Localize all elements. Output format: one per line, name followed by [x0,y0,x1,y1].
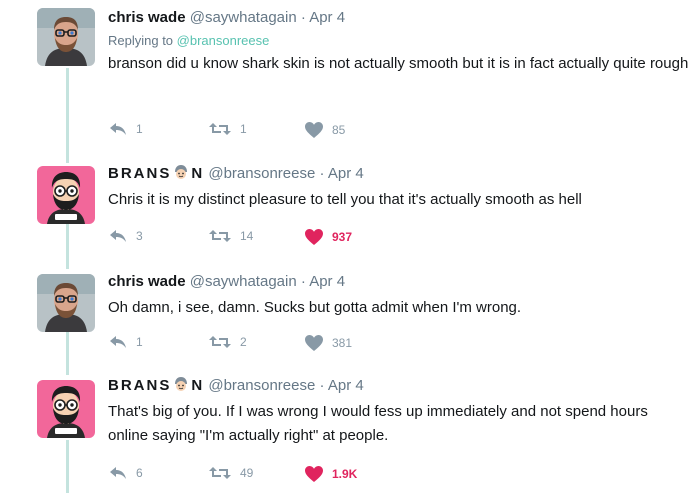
tweet: BRANS N @bransonreese · Apr 4 That's big … [0,374,700,493]
retweet-icon [208,465,232,481]
tweet-header: chris wade @saywhatagain · Apr 4 [108,8,690,28]
astronaut-emoji-icon [173,376,189,392]
reply-count: 6 [136,466,143,480]
reply-button[interactable]: 6 [108,465,143,481]
avatar[interactable] [37,274,95,332]
like-count: 85 [332,123,346,137]
reply-button[interactable]: 3 [108,228,143,244]
avatar[interactable] [37,380,95,438]
retweet-icon [208,121,232,137]
retweet-count: 14 [240,229,254,243]
reply-icon [108,121,128,137]
avatar[interactable] [37,166,95,224]
retweet-button[interactable]: 14 [208,228,253,244]
display-name-part[interactable]: N [191,165,204,182]
reply-count: 1 [136,122,143,136]
retweet-count: 1 [240,122,247,136]
separator: · [300,273,306,290]
tweet-date[interactable]: Apr 4 [309,273,345,290]
cartoon-bearded-man-avatar-icon [37,380,95,438]
reply-icon [108,334,128,350]
tweet-text: Oh damn, i see, damn. Sucks but gotta ad… [108,299,522,316]
separator: · [319,165,325,182]
retweet-count: 49 [240,466,254,480]
cartoon-bearded-man-avatar-icon [37,166,95,224]
display-name[interactable]: chris wade [108,273,186,290]
retweet-button[interactable]: 2 [208,334,247,350]
reply-button[interactable]: 1 [108,121,143,137]
like-count: 381 [332,336,353,350]
display-name[interactable]: chris wade [108,9,186,26]
heart-icon [304,334,324,352]
like-button[interactable]: 937 [304,228,352,246]
user-handle[interactable]: @saywhatagain [190,273,297,290]
tweet-date[interactable]: Apr 4 [328,377,364,394]
like-count: 937 [332,230,353,244]
like-button[interactable]: 381 [304,334,352,352]
tweet-text: branson did u know shark skin is not act… [108,55,689,72]
heart-icon [304,465,324,483]
reply-icon [108,228,128,244]
replying-to: Replying to @bransonreese [108,33,690,48]
display-name-part[interactable]: BRANS [108,377,171,394]
tweet-text: Chris it is my distinct pleasure to tell… [108,191,582,208]
tweet-date[interactable]: Apr 4 [309,9,345,26]
man-with-glasses-avatar-icon [37,274,95,332]
tweet: chris wade @saywhatagain · Apr 4 Oh damn… [0,268,700,374]
astronaut-emoji-icon [173,164,189,180]
heart-icon [304,228,324,246]
tweet-header: chris wade @saywhatagain · Apr 4 [108,272,690,292]
reply-count: 3 [136,229,143,243]
user-handle[interactable]: @saywhatagain [190,9,297,26]
tweet: chris wade @saywhatagain · Apr 4 Replyin… [0,0,700,160]
reply-icon [108,465,128,481]
retweet-button[interactable]: 1 [208,121,247,137]
display-name-part[interactable]: N [191,377,204,394]
avatar[interactable] [37,8,95,66]
tweet-header: BRANS N @bransonreese · Apr 4 [108,164,690,184]
retweet-count: 2 [240,335,247,349]
separator: · [300,9,306,26]
retweet-icon [208,228,232,244]
like-count: 1.9K [332,467,358,481]
user-handle[interactable]: @bransonreese [208,377,315,394]
tweet-date[interactable]: Apr 4 [328,165,364,182]
retweet-icon [208,334,232,350]
tweet: BRANS N @bransonreese · Apr 4 Chris it is… [0,160,700,268]
reply-count: 1 [136,335,143,349]
like-button[interactable]: 85 [304,121,345,139]
tweet-text: That's big of you. If I was wrong I woul… [108,403,648,444]
replying-prefix: Replying to [108,33,174,48]
heart-icon [304,121,324,139]
retweet-button[interactable]: 49 [208,465,253,481]
user-handle[interactable]: @bransonreese [208,165,315,182]
display-name-part[interactable]: BRANS [108,165,171,182]
tweet-header: BRANS N @bransonreese · Apr 4 [108,376,690,396]
replying-to-link[interactable]: @bransonreese [177,33,270,48]
man-with-glasses-avatar-icon [37,8,95,66]
reply-button[interactable]: 1 [108,334,143,350]
like-button[interactable]: 1.9K [304,465,357,483]
separator: · [319,377,325,394]
